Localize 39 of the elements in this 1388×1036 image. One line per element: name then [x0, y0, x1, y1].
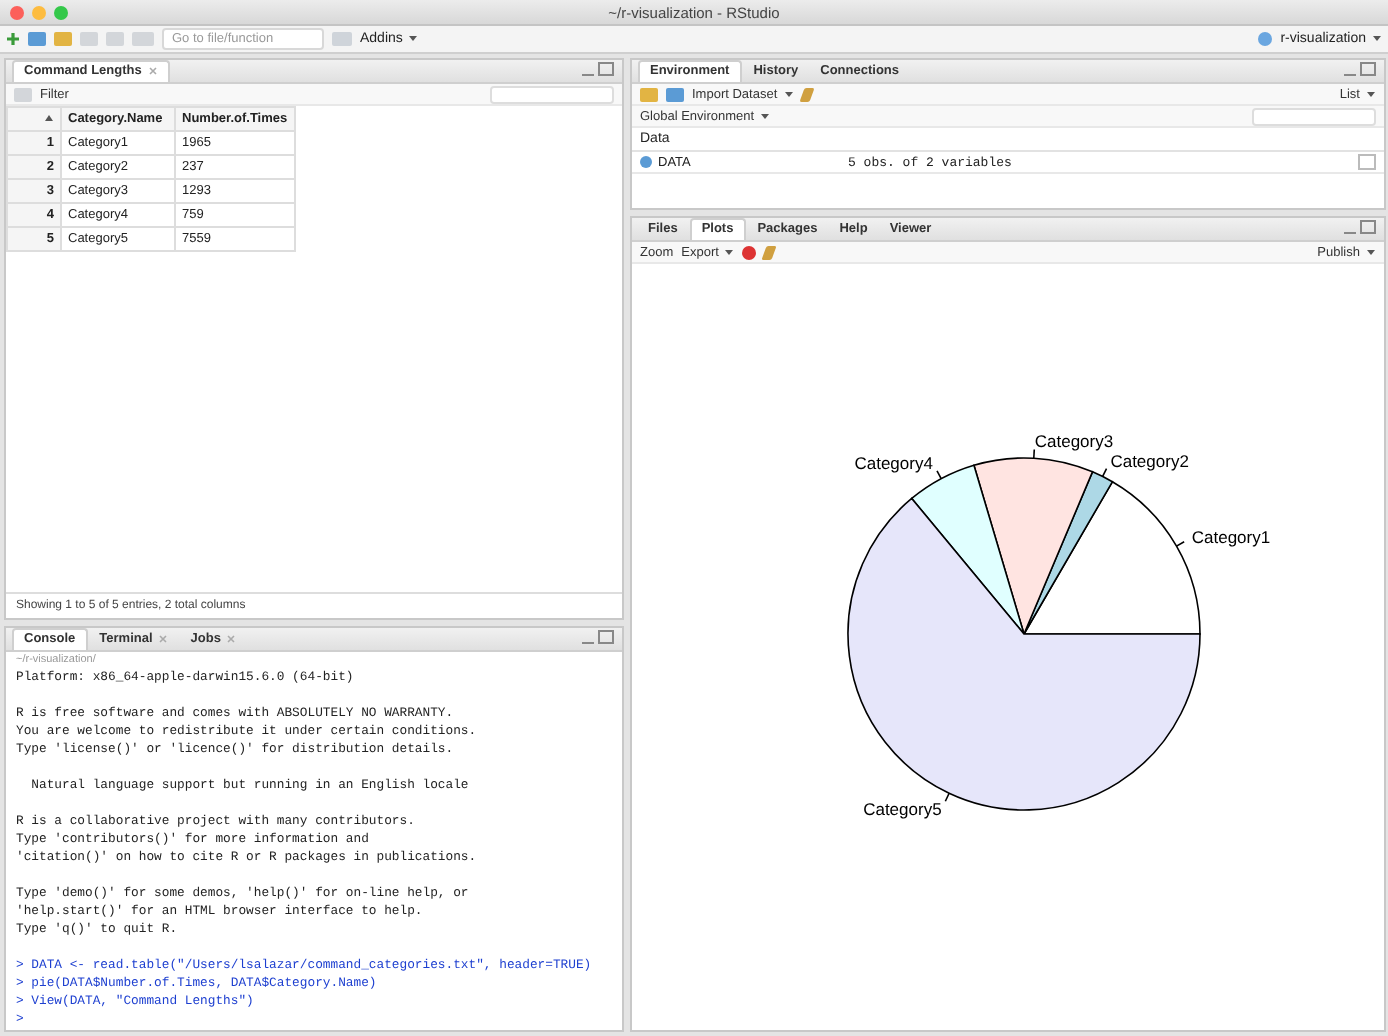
sort-icon: [44, 114, 54, 123]
close-icon[interactable]: [147, 65, 158, 76]
close-icon[interactable]: [226, 633, 237, 644]
table-view-icon[interactable]: [1358, 154, 1376, 170]
slice-label: Category5: [863, 799, 942, 820]
leader-line: [1033, 448, 1036, 460]
minimize-pane-icon[interactable]: [582, 72, 594, 76]
search-field[interactable]: [1252, 107, 1376, 125]
maximize-pane-icon[interactable]: [1360, 220, 1376, 234]
sort-header[interactable]: [7, 107, 61, 131]
plus-icon[interactable]: [6, 32, 20, 46]
caret-icon: [760, 111, 771, 120]
minimize-pane-icon[interactable]: [582, 640, 594, 644]
minimize-pane-icon[interactable]: [1344, 230, 1356, 234]
close-icon[interactable]: [158, 633, 169, 644]
leader-line: [944, 792, 950, 803]
maximize-pane-icon[interactable]: [1360, 62, 1376, 76]
caret-icon: [783, 89, 794, 98]
zoom-window-button[interactable]: [54, 6, 68, 20]
search-field[interactable]: [490, 85, 614, 103]
caret-icon: [1366, 89, 1376, 98]
caret-icon: [1366, 247, 1376, 256]
leader-line: [1175, 541, 1185, 547]
slice-label: Category4: [854, 453, 933, 474]
caret-icon: [408, 34, 419, 43]
caret-icon: [1372, 34, 1382, 43]
leader-line: [936, 470, 942, 480]
minimize-window-button[interactable]: [32, 6, 46, 20]
maximize-pane-icon[interactable]: [598, 630, 614, 644]
remove-plot-icon[interactable]: [742, 245, 757, 259]
slice-label: Category2: [1110, 450, 1189, 471]
leader-line: [1101, 467, 1108, 478]
caret-icon: [724, 247, 735, 256]
slice-label: Category3: [1034, 430, 1114, 451]
data-icon: [640, 156, 652, 168]
minimize-pane-icon[interactable]: [1344, 72, 1356, 76]
close-window-button[interactable]: [10, 6, 24, 20]
maximize-pane-icon[interactable]: [598, 62, 614, 76]
slice-label: Category1: [1191, 527, 1271, 548]
